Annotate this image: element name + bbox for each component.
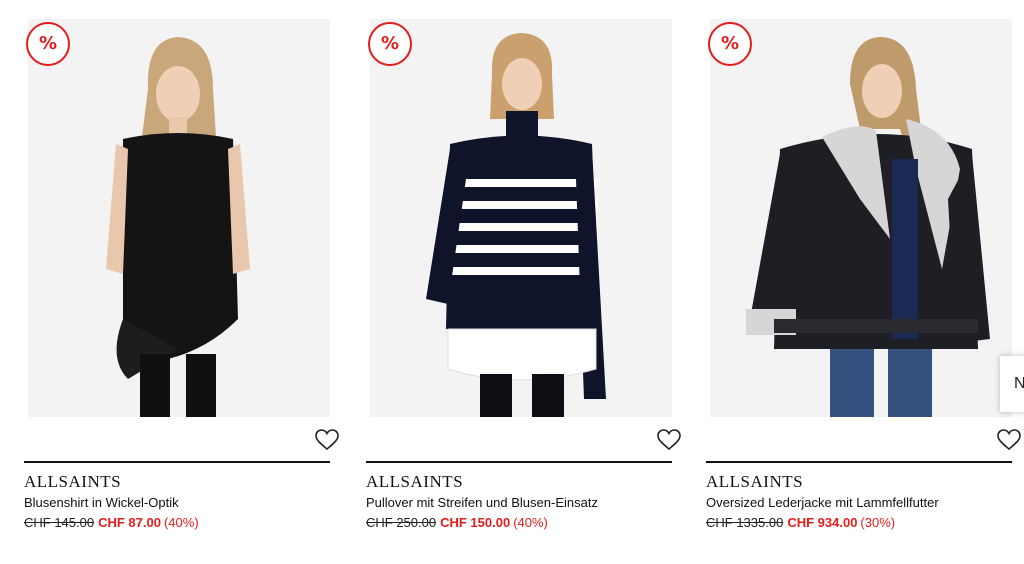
product-card[interactable]: % ALLSAINTS Blusenshirt in Wickel-Optik … [24,0,340,564]
old-price: CHF 250.00 [366,515,437,530]
discount-percent: (40%) [163,515,199,530]
heart-outline-icon[interactable] [656,428,682,452]
product-name[interactable]: Pullover mit Streifen und Blusen-Einsatz [366,495,598,510]
product-price: CHF 250.00 CHF 150.00 (40%) [366,515,548,530]
sale-price: CHF 150.00 [440,515,511,530]
divider [24,461,330,463]
old-price: CHF 1335.00 [706,515,784,530]
old-price: CHF 145.00 [24,515,95,530]
sale-price: CHF 934.00 [787,515,858,530]
product-name[interactable]: Blusenshirt in Wickel-Optik [24,495,179,510]
sale-badge: % [368,22,412,66]
divider [366,461,672,463]
carousel-next-button[interactable]: N [1000,356,1024,412]
product-price: CHF 1335.00 CHF 934.00 (30%) [706,515,895,530]
product-image[interactable] [28,19,330,417]
product-brand[interactable]: ALLSAINTS [366,472,463,492]
product-brand[interactable]: ALLSAINTS [24,472,121,492]
product-image[interactable] [370,19,672,417]
discount-percent: (30%) [860,515,896,530]
product-price: CHF 145.00 CHF 87.00 (40%) [24,515,199,530]
product-image[interactable] [710,19,1012,417]
product-card[interactable]: % ALLSAINTS Pullover mit Streifen und Bl… [366,0,682,564]
sale-badge: % [708,22,752,66]
divider [706,461,1012,463]
sale-badge: % [26,22,70,66]
sale-price: CHF 87.00 [98,515,161,530]
product-name[interactable]: Oversized Lederjacke mit Lammfellfutter [706,495,939,510]
product-card[interactable]: % ALLSAINTS Oversized Lederjacke mit Lam… [706,0,1022,564]
discount-percent: (40%) [513,515,548,530]
heart-outline-icon[interactable] [314,428,340,452]
product-brand[interactable]: ALLSAINTS [706,472,803,492]
heart-outline-icon[interactable] [996,428,1022,452]
